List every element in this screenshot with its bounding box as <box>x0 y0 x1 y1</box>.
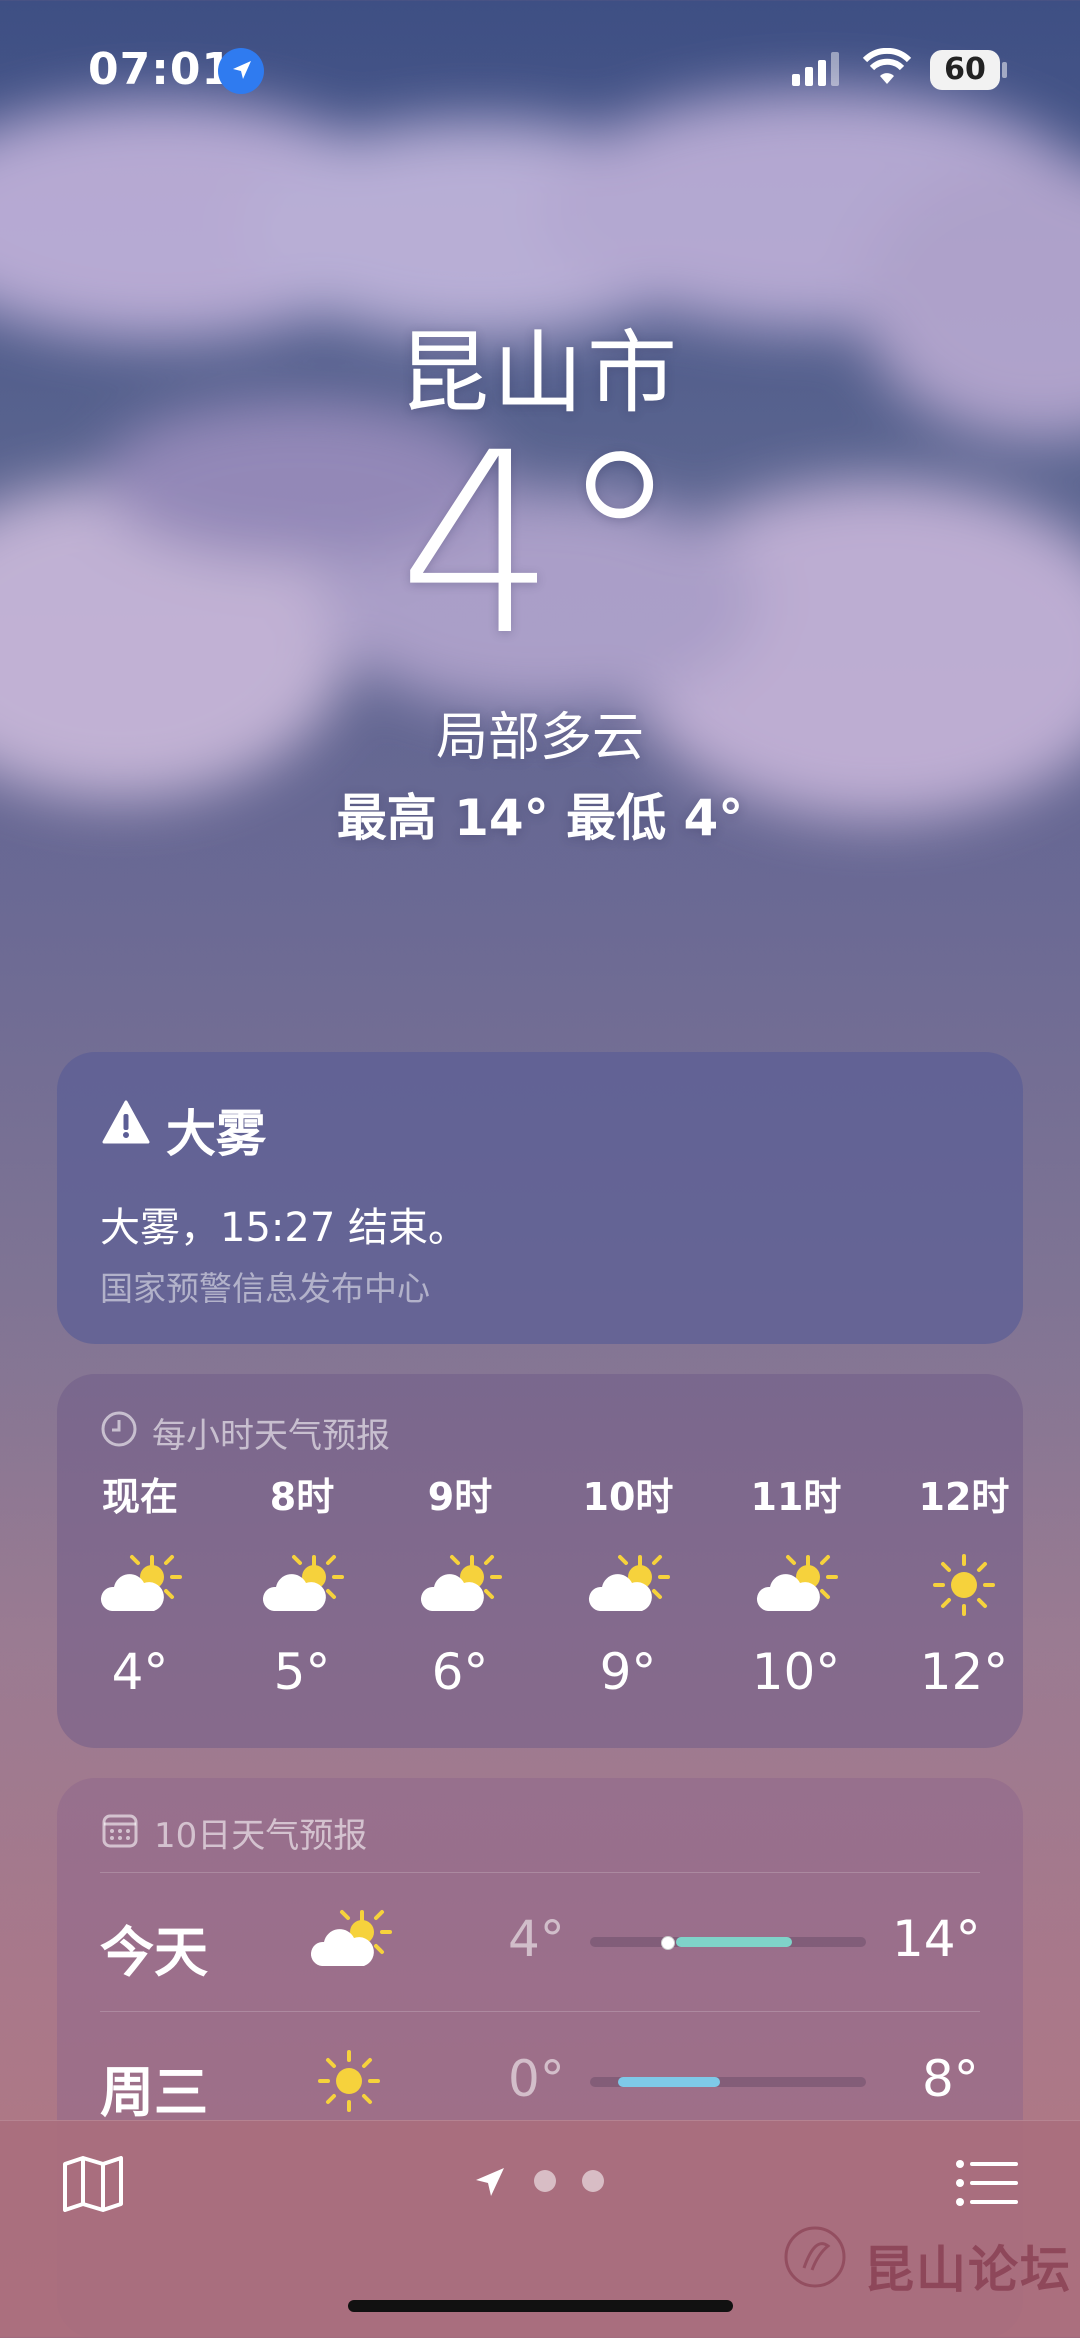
day-name: 今天 <box>100 1921 208 1984</box>
hourly-temperature: 5° <box>273 1643 331 1701</box>
cellular-signal-icon <box>792 52 839 86</box>
watermark-logo-icon <box>784 2226 846 2288</box>
alert-description: 大雾，15:27 结束。 <box>100 1205 468 1251</box>
sun-icon <box>318 2050 380 2112</box>
map-icon[interactable] <box>62 2156 124 2212</box>
page-indicator-dot[interactable] <box>534 2170 556 2192</box>
clock-icon <box>101 1411 137 1447</box>
status-bar: 07:01 60 <box>0 0 1080 140</box>
divider <box>100 2011 980 2012</box>
high-low-temperature: 最高 14° 最低 4° <box>336 789 744 847</box>
calendar-icon <box>102 1814 138 1848</box>
hourly-time-label: 现在 <box>101 1475 178 1519</box>
hourly-time-label: 11时 <box>750 1475 842 1519</box>
hourly-time-label: 8时 <box>269 1475 335 1519</box>
hourly-item: 现在 4° <box>70 1466 210 1701</box>
hourly-item: 10时 9° <box>558 1466 698 1701</box>
battery-indicator: 60 <box>930 50 1000 90</box>
alert-source: 国家预警信息发布中心 <box>100 1269 430 1308</box>
hourly-temperature: 6° <box>431 1643 489 1701</box>
day-low-temp: 4° <box>508 1910 565 1968</box>
hourly-forecast-title: 每小时天气预报 <box>152 1416 390 1456</box>
temperature-range-bar <box>676 1937 792 1947</box>
divider <box>100 1872 980 1873</box>
current-temp-dot <box>661 1936 675 1950</box>
hourly-item: 12时 12° <box>894 1466 1034 1701</box>
warning-icon <box>102 1100 150 1144</box>
hourly-temperature: 12° <box>919 1643 1009 1701</box>
hourly-temperature: 9° <box>599 1643 657 1701</box>
current-condition: 局部多云 <box>435 708 644 768</box>
partly-cloudy-icon <box>232 1545 372 1625</box>
hourly-time-label: 12时 <box>918 1475 1010 1519</box>
partly-cloudy-icon <box>310 1910 392 1966</box>
partly-cloudy-icon <box>726 1545 866 1625</box>
partly-cloudy-icon <box>70 1545 210 1625</box>
watermark-text: 昆山论坛 <box>864 2241 1072 2299</box>
partly-cloudy-icon <box>390 1545 530 1625</box>
wifi-icon <box>862 48 912 84</box>
alert-title: 大雾 <box>166 1105 266 1163</box>
location-arrow-icon <box>218 48 264 94</box>
daily-forecast-title: 10日天气预报 <box>154 1816 368 1856</box>
hourly-time-label: 10时 <box>582 1475 674 1519</box>
hourly-time-label: 9时 <box>427 1475 493 1519</box>
hourly-temperature: 10° <box>751 1643 841 1701</box>
partly-cloudy-icon <box>558 1545 698 1625</box>
hourly-item: 9时 6° <box>390 1466 530 1701</box>
hourly-item: 8时 5° <box>232 1466 372 1701</box>
hourly-temperature: 4° <box>111 1643 169 1701</box>
page-indicator-dot[interactable] <box>582 2170 604 2192</box>
list-icon[interactable] <box>956 2160 1018 2206</box>
hourly-item: 11时 10° <box>726 1466 866 1701</box>
day-low-temp: 0° <box>508 2050 565 2108</box>
day-high-temp: 8° <box>922 2050 979 2108</box>
temperature-range-bar <box>618 2077 720 2087</box>
location-page-icon[interactable] <box>474 2166 506 2198</box>
home-indicator[interactable] <box>348 2300 733 2312</box>
day-high-temp: 14° <box>892 1910 981 1968</box>
day-name: 周三 <box>100 2061 208 2124</box>
sun-icon <box>894 1545 1034 1625</box>
current-temperature: 4° <box>397 399 683 690</box>
battery-tip <box>1002 62 1007 78</box>
status-time: 07:01 <box>88 44 234 95</box>
